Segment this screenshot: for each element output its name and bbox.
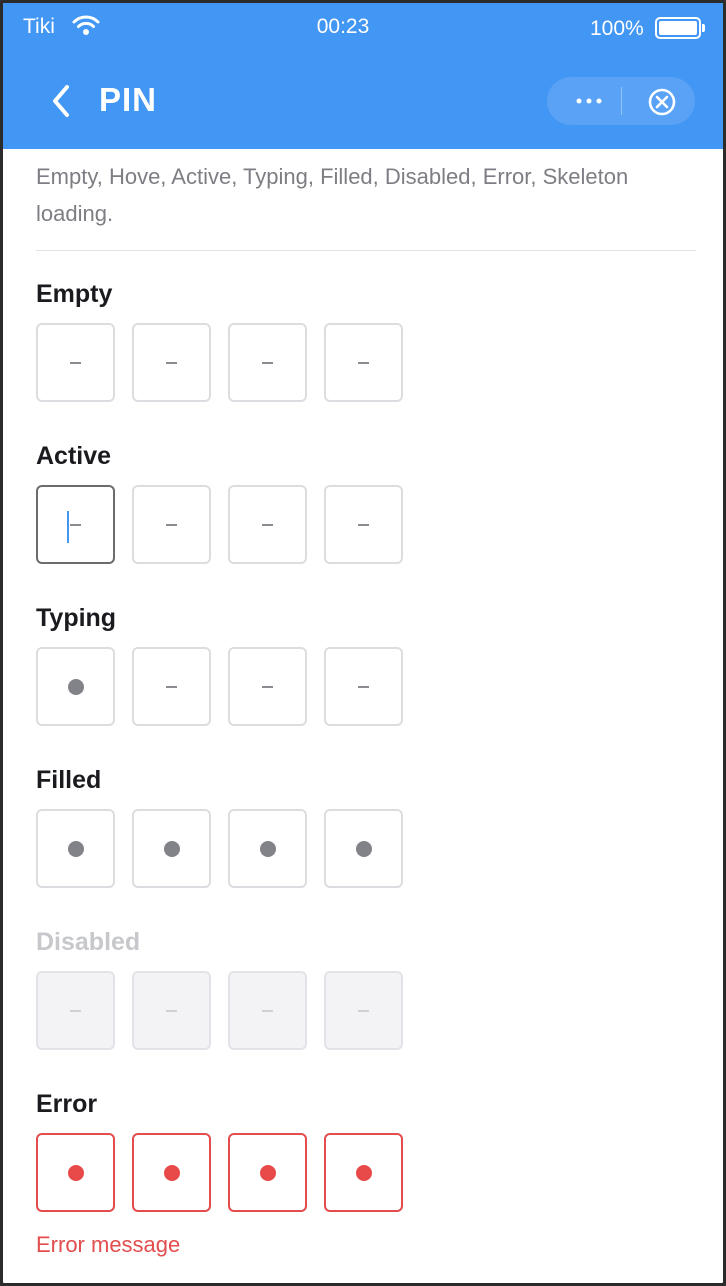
pin-row-disabled: [36, 971, 403, 1050]
pin-dot: [67, 840, 84, 857]
pin-cell-error[interactable]: [324, 1133, 403, 1212]
placeholder-dash: [358, 361, 369, 364]
more-dots-icon[interactable]: [569, 83, 609, 119]
app-window: Tiki 00:23 100% PIN Empty, Hove, Active,…: [0, 0, 726, 1286]
content-area: Empty, Hove, Active, Typing, Filled, Dis…: [36, 149, 696, 251]
pin-cell-active[interactable]: [36, 485, 115, 564]
page-title: PIN: [99, 81, 158, 118]
section-label-typing: Typing: [36, 604, 117, 632]
placeholder-dash: [166, 361, 177, 364]
pin-row-active: [36, 485, 403, 564]
pin-dot: [163, 840, 180, 857]
battery-icon: [655, 17, 701, 39]
pin-cell[interactable]: [228, 809, 307, 888]
error-message: Error message: [36, 1232, 181, 1257]
pin-cell[interactable]: [228, 485, 307, 564]
section-label-filled: Filled: [36, 766, 102, 794]
pin-cell[interactable]: [228, 647, 307, 726]
status-battery-percent: 100%: [590, 17, 644, 40]
section-label-error: Error: [36, 1090, 98, 1118]
pin-cell[interactable]: [324, 323, 403, 402]
mini-app-capsule: [547, 77, 695, 125]
divider: [36, 250, 696, 251]
pin-dot: [355, 840, 372, 857]
pin-row-error: [36, 1133, 403, 1212]
status-time: 00:23: [316, 15, 370, 38]
pin-cell[interactable]: [324, 647, 403, 726]
top-bar: Tiki 00:23 100% PIN: [3, 3, 723, 149]
pin-dot: [67, 1164, 84, 1181]
pin-dot: [163, 1164, 180, 1181]
capsule-divider: [621, 87, 622, 115]
placeholder-dash: [166, 685, 177, 688]
pin-cell[interactable]: [36, 647, 115, 726]
close-circle-icon[interactable]: [647, 87, 677, 117]
pin-cell-disabled: [132, 971, 211, 1050]
pin-cell[interactable]: [132, 323, 211, 402]
pin-cell-disabled: [324, 971, 403, 1050]
pin-row-filled: [36, 809, 403, 888]
pin-dot: [259, 1164, 276, 1181]
placeholder-dash: [70, 523, 81, 526]
section-label-disabled: Disabled: [36, 928, 141, 956]
placeholder-dash: [262, 1009, 273, 1012]
pin-cell-error[interactable]: [36, 1133, 115, 1212]
text-caret: [67, 511, 69, 543]
placeholder-dash: [70, 1009, 81, 1012]
pin-cell-disabled: [36, 971, 115, 1050]
pin-row-typing: [36, 647, 403, 726]
pin-cell-error[interactable]: [132, 1133, 211, 1212]
pin-cell[interactable]: [132, 809, 211, 888]
placeholder-dash: [262, 685, 273, 688]
section-label-active: Active: [36, 442, 112, 470]
back-chevron-icon[interactable]: [47, 83, 77, 119]
placeholder-dash: [166, 523, 177, 526]
placeholder-dash: [262, 361, 273, 364]
pin-dot: [67, 678, 84, 695]
section-label-empty: Empty: [36, 280, 113, 308]
pin-dot: [259, 840, 276, 857]
placeholder-dash: [358, 523, 369, 526]
placeholder-dash: [70, 361, 81, 364]
placeholder-dash: [262, 523, 273, 526]
placeholder-dash: [166, 1009, 177, 1012]
pin-cell[interactable]: [324, 485, 403, 564]
placeholder-dash: [358, 685, 369, 688]
pin-cell-disabled: [228, 971, 307, 1050]
pin-cell[interactable]: [324, 809, 403, 888]
state-description: Empty, Hove, Active, Typing, Filled, Dis…: [36, 164, 629, 226]
pin-cell[interactable]: [228, 323, 307, 402]
pin-dot: [355, 1164, 372, 1181]
placeholder-dash: [358, 1009, 369, 1012]
battery-nub: [702, 24, 705, 32]
pin-cell-error[interactable]: [228, 1133, 307, 1212]
pin-cell[interactable]: [132, 647, 211, 726]
pin-cell[interactable]: [132, 485, 211, 564]
pin-row-empty: [36, 323, 403, 402]
pin-cell[interactable]: [36, 809, 115, 888]
pin-cell[interactable]: [36, 323, 115, 402]
